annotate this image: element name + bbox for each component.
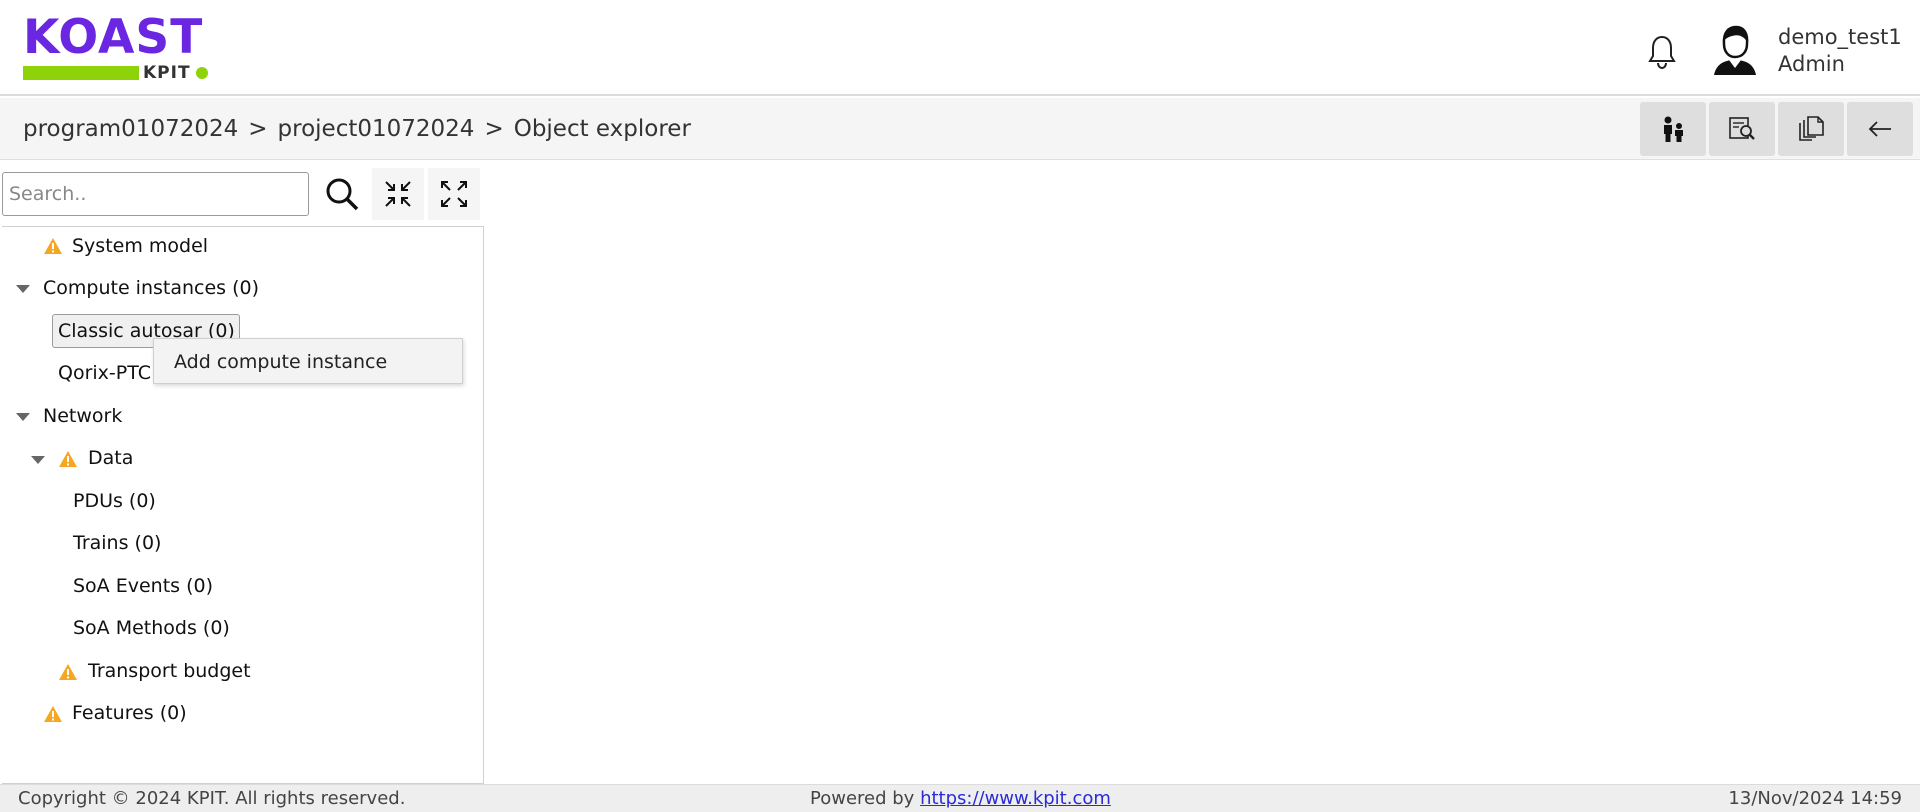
breadcrumb-separator: > [248,116,268,142]
tree-node-trains[interactable]: Trains (0) [73,531,161,555]
back-arrow-icon [1868,121,1891,137]
tree-node-features[interactable]: Features (0) [72,701,187,725]
back-button[interactable] [1847,102,1913,156]
expand-icon [441,181,467,207]
powered-by-label: Powered by [810,788,915,809]
caret-down-icon[interactable] [31,455,45,465]
search-document-button[interactable] [1709,102,1775,156]
search-button[interactable] [316,168,368,220]
app-header: KOAST KPIT demo_test1 Admin [0,0,1920,96]
breadcrumb-bar: program01072024 > project01072024 > Object e… [0,98,1920,160]
tree-node-compute-instances[interactable]: Compute instances (0) [43,276,259,300]
copyright-text: Copyright © 2024 KPIT. All rights reserv… [18,788,406,809]
breadcrumb-current: Object explorer [513,116,691,142]
breadcrumb-program[interactable]: program01072024 [23,116,238,142]
collapse-icon [385,181,411,207]
bell-icon[interactable] [1646,34,1678,70]
app-footer: Copyright © 2024 KPIT. All rights reserv… [0,784,1920,812]
tree-node-qorix-ptc[interactable]: Qorix-PTC [58,361,151,385]
caret-down-icon[interactable] [16,284,30,294]
logo-sub: KPIT [143,63,191,83]
user-role: Admin [1778,52,1845,76]
collapse-all-button[interactable] [372,168,424,220]
koast-logo[interactable]: KOAST KPIT [23,14,213,84]
logo-bar [23,66,139,80]
caret-down-icon[interactable] [16,412,30,422]
tree-node-transport-budget[interactable]: Transport budget [88,659,251,683]
search-input[interactable] [2,172,309,216]
warning-icon [44,238,62,254]
warning-icon [59,451,77,467]
user-name[interactable]: demo_test1 [1778,24,1902,50]
add-compute-instance-menu-item[interactable]: Add compute instance [174,350,387,374]
logo-word: KOAST [23,10,204,65]
tree-node-soa-events[interactable]: SoA Events (0) [73,574,213,598]
logo-dot [196,67,208,79]
tree-node-system-model[interactable]: System model [72,234,208,258]
tree-node-data[interactable]: Data [88,446,133,470]
copy-pages-button[interactable] [1778,102,1844,156]
powered-by: Powered by https://www.kpit.com [810,788,1111,810]
warning-icon [59,664,77,680]
people-button[interactable] [1640,102,1706,156]
breadcrumb-project[interactable]: project01072024 [278,116,475,142]
people-icon [1664,116,1683,142]
breadcrumb-separator: > [484,116,504,142]
expand-all-button[interactable] [428,168,480,220]
copy-pages-icon [1799,116,1824,141]
tree-node-pdus[interactable]: PDUs (0) [73,489,156,513]
user-avatar-icon[interactable] [1710,24,1760,76]
tree-node-soa-methods[interactable]: SoA Methods (0) [73,616,230,640]
search-document-icon [1729,117,1755,140]
search-icon [326,178,359,211]
kpit-link[interactable]: https://www.kpit.com [920,788,1111,809]
tree-node-network[interactable]: Network [43,404,122,428]
footer-datetime: 13/Nov/2024 14:59 [1728,788,1902,809]
warning-icon [44,706,62,722]
context-menu: Add compute instance [153,338,463,384]
breadcrumb: program01072024 > project01072024 > Object e… [23,114,691,144]
